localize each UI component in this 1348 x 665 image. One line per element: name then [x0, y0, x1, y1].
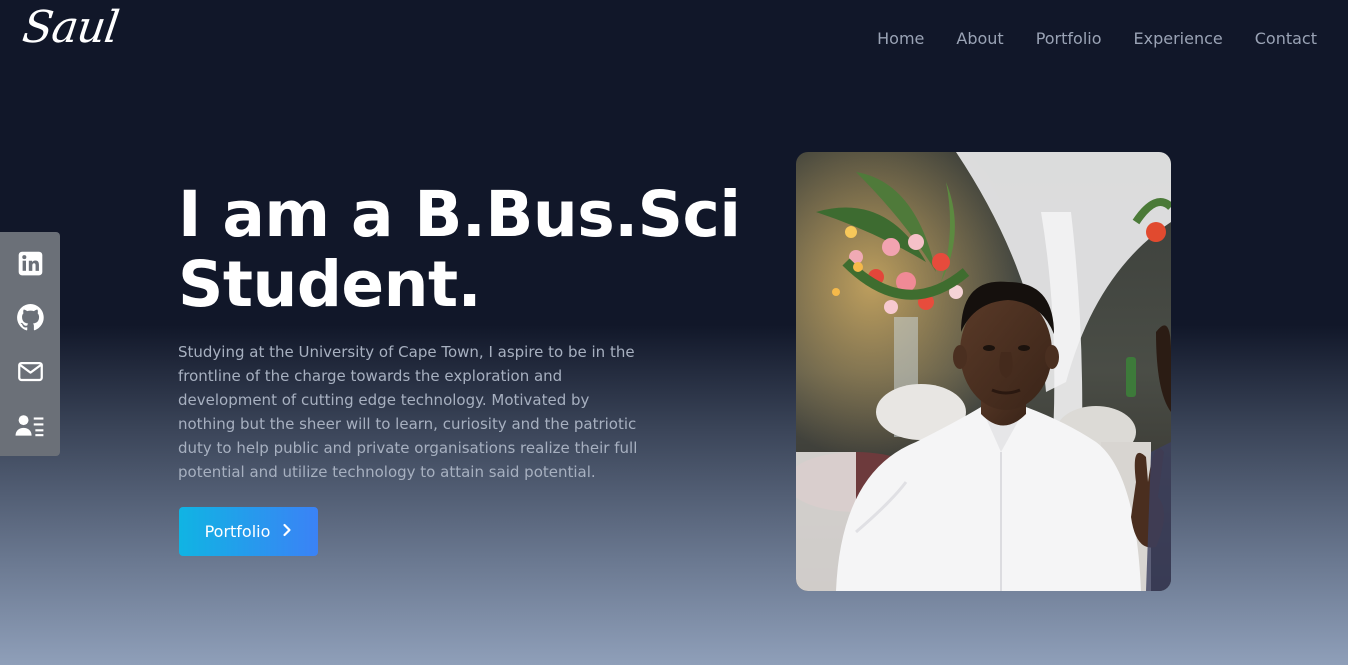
profile-photo [796, 152, 1171, 591]
contact-card-icon[interactable] [15, 410, 45, 440]
nav-portfolio[interactable]: Portfolio [1036, 29, 1102, 49]
nav-home[interactable]: Home [877, 29, 924, 49]
nav-about[interactable]: About [956, 29, 1003, 49]
main-nav: Home About Portfolio Experience Contact [877, 29, 1317, 49]
hero-title: I am a B.Bus.Sci Student. [178, 178, 741, 321]
portfolio-button[interactable]: Portfolio [179, 507, 318, 556]
portfolio-button-label: Portfolio [204, 522, 271, 541]
logo[interactable]: Saul [19, 2, 121, 53]
nav-contact[interactable]: Contact [1255, 29, 1317, 49]
social-links-bar [0, 232, 60, 456]
chevron-right-icon [282, 522, 292, 541]
github-icon[interactable] [15, 302, 45, 332]
hero-description: Studying at the University of Cape Town,… [178, 343, 638, 481]
nav-experience[interactable]: Experience [1134, 29, 1223, 49]
linkedin-icon[interactable] [15, 248, 45, 278]
mail-icon[interactable] [15, 356, 45, 386]
